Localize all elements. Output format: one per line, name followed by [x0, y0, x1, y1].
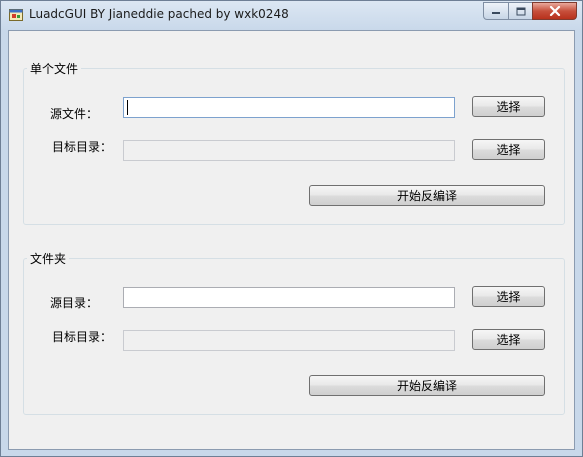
folder-target-label: 目标目录：	[52, 330, 113, 344]
single-start-decompile-button[interactable]: 开始反编译	[309, 185, 545, 206]
maximize-icon	[516, 7, 525, 15]
single-browse-target-button[interactable]: 选择	[472, 139, 545, 160]
close-icon	[549, 6, 560, 16]
folder-source-label: 源目录：	[50, 296, 99, 310]
title-bar[interactable]: LuadcGUI BY Jianeddie pached by wxk0248	[1, 1, 582, 30]
folder-browse-source-button[interactable]: 选择	[472, 286, 545, 307]
folder-source-input[interactable]	[123, 287, 455, 308]
single-browse-source-button[interactable]: 选择	[472, 96, 545, 117]
app-window: LuadcGUI BY Jianeddie pached by wxk0248 …	[0, 0, 583, 457]
minimize-button[interactable]	[483, 2, 509, 20]
text-caret	[127, 100, 128, 115]
single-file-group-title: 单个文件	[27, 60, 82, 77]
folder-browse-target-button[interactable]: 选择	[472, 329, 545, 350]
minimize-icon	[492, 12, 500, 14]
maximize-button[interactable]	[508, 2, 533, 20]
window-title: LuadcGUI BY Jianeddie pached by wxk0248	[29, 7, 289, 21]
single-target-label: 目标目录：	[52, 140, 113, 154]
close-button[interactable]	[532, 2, 577, 20]
folder-group-title: 文件夹	[27, 250, 70, 267]
app-window-icon	[9, 9, 23, 21]
single-target-input[interactable]	[123, 140, 455, 161]
single-source-input[interactable]	[123, 97, 455, 118]
single-source-label: 源文件：	[50, 107, 99, 121]
client-area: 单个文件 源文件： 选择 目标目录： 选择 开始反编译 文件夹 源目录： 选择 …	[8, 30, 575, 450]
folder-start-decompile-button[interactable]: 开始反编译	[309, 375, 545, 396]
folder-target-input[interactable]	[123, 330, 455, 351]
